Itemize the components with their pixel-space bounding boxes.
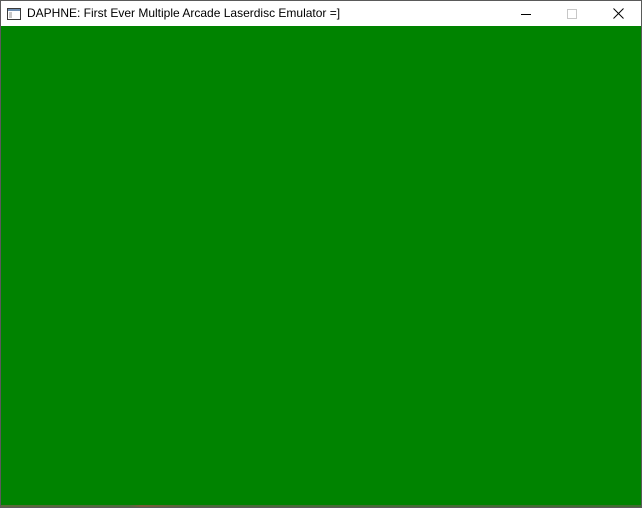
maximize-button[interactable] (549, 1, 595, 26)
minimize-icon (521, 9, 531, 19)
maximize-icon (567, 8, 577, 19)
close-icon (612, 8, 624, 19)
minimize-button[interactable] (503, 1, 549, 26)
app-window-icon[interactable] (7, 7, 21, 21)
window-controls (503, 1, 641, 26)
window-title: DAPHNE: First Ever Multiple Arcade Laser… (27, 6, 341, 20)
display-bottom-edge (1, 505, 641, 507)
emulator-display[interactable] (1, 26, 641, 507)
close-button[interactable] (595, 1, 641, 26)
app-window: DAPHNE: First Ever Multiple Arcade Laser… (0, 0, 642, 508)
title-bar[interactable]: DAPHNE: First Ever Multiple Arcade Laser… (1, 1, 641, 26)
